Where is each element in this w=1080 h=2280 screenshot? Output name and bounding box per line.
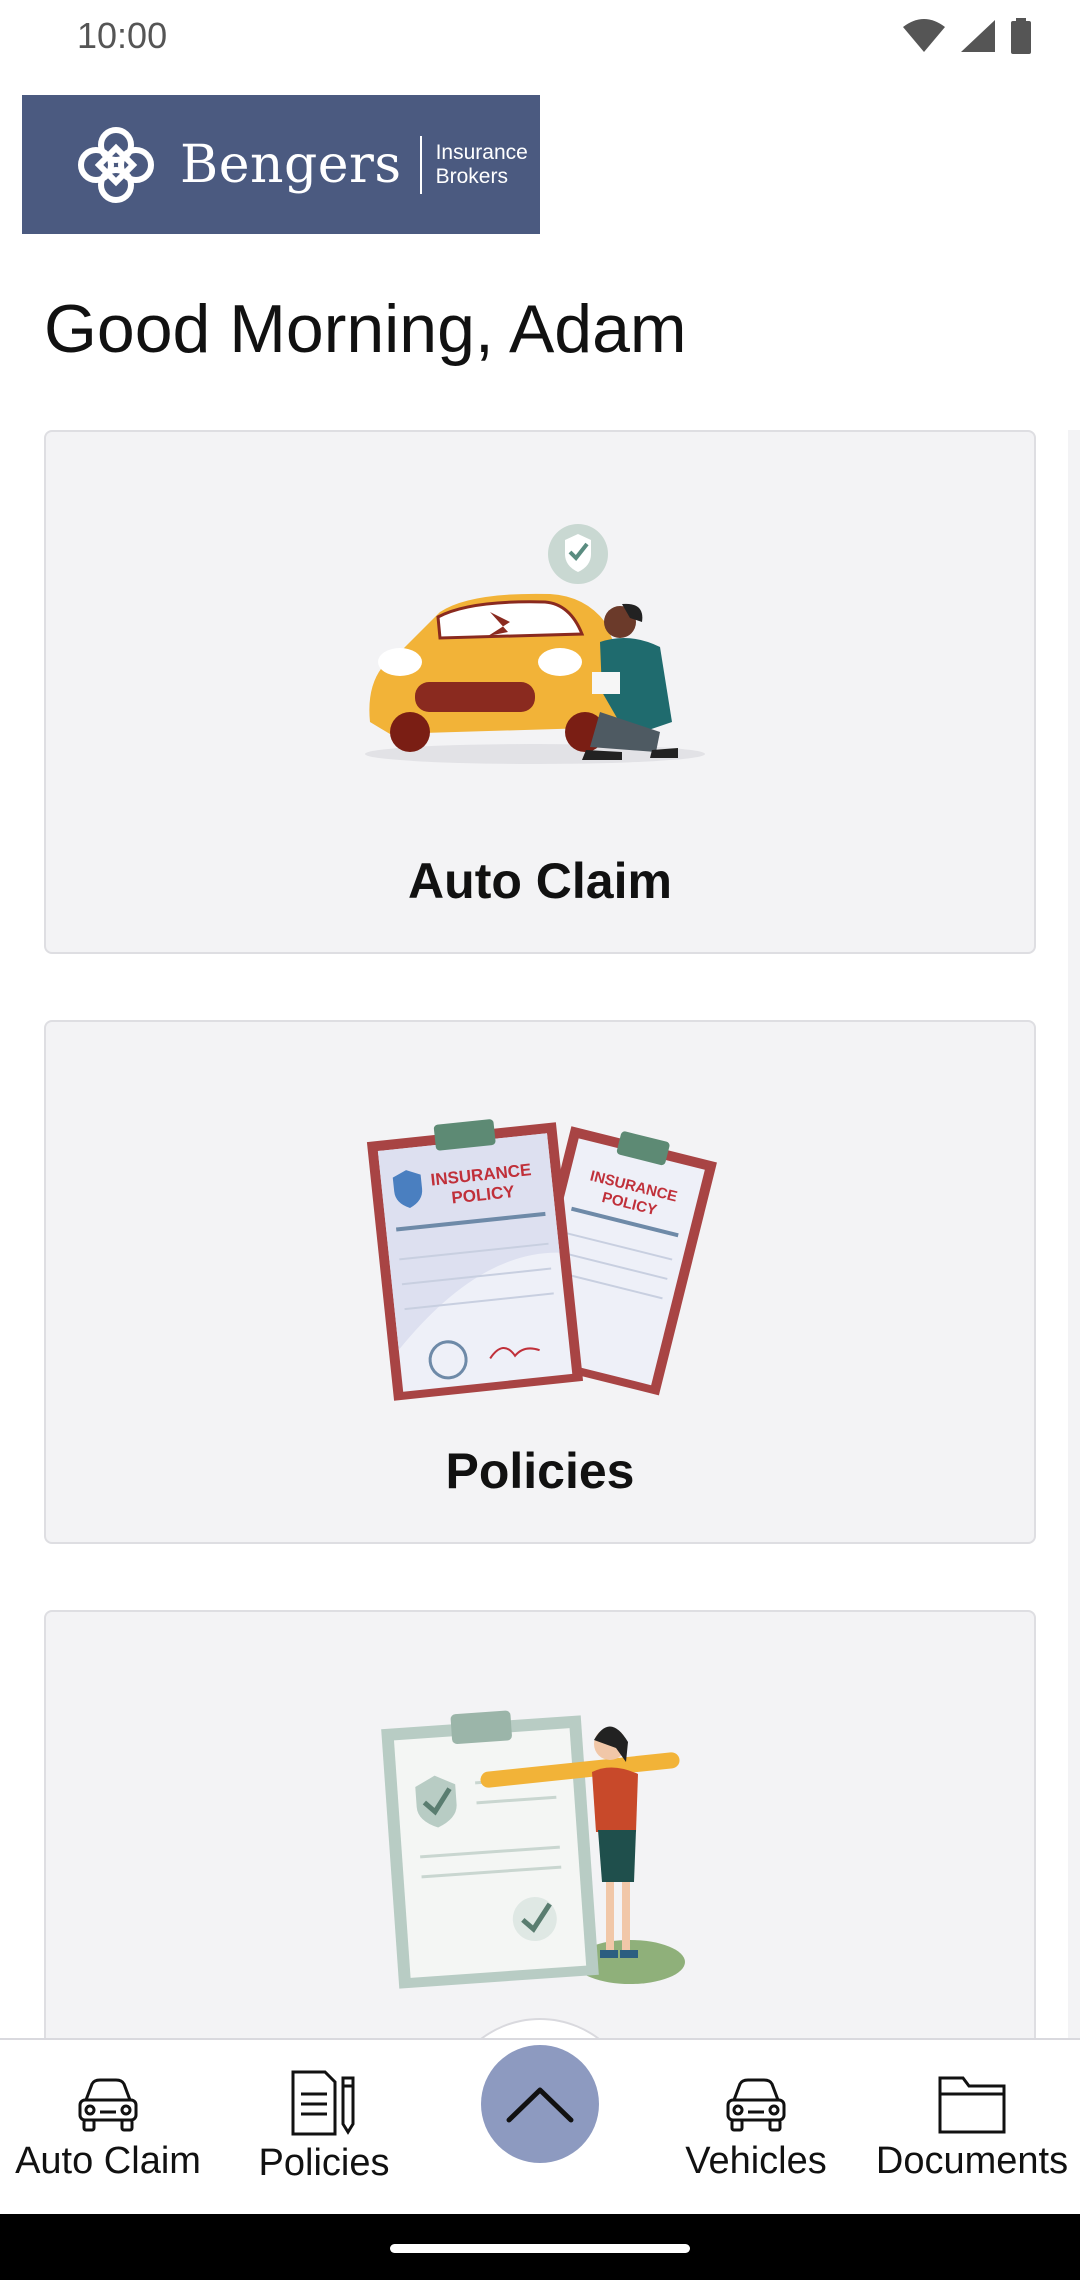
- nav-label-auto-claim: Auto Claim: [15, 2140, 201, 2182]
- nav-item-documents[interactable]: Documents: [864, 2040, 1080, 2216]
- auto-claim-card[interactable]: Auto Claim: [44, 430, 1036, 954]
- status-icons: [902, 18, 1032, 54]
- system-navigation-bar: [0, 2214, 1080, 2280]
- home-gesture-handle[interactable]: [390, 2244, 690, 2253]
- logo-divider: [419, 135, 422, 194]
- brand-subtitle-line2: Brokers: [435, 164, 508, 188]
- document-pen-icon: [291, 2070, 355, 2136]
- brand-subtitle: Insurance Brokers: [436, 141, 528, 189]
- insurance-policy-illustration: INSURANCE POLICY INSURANCE POLICY: [366, 1119, 717, 1401]
- brand-logo-banner: Bengers Insurance Brokers: [22, 95, 540, 234]
- folder-icon: [938, 2076, 1006, 2134]
- signal-icon: [961, 20, 995, 52]
- car-icon: [726, 2078, 786, 2132]
- policies-card[interactable]: INSURANCE POLICY INSURANCE POLICY Polici…: [44, 1020, 1036, 1544]
- battery-icon: [1011, 18, 1031, 54]
- car-claim-illustration: [365, 524, 705, 764]
- status-time: 10:00: [77, 15, 168, 56]
- checklist-illustration: [381, 1710, 685, 1989]
- car-icon: [78, 2078, 138, 2132]
- brand-name: Bengers: [180, 134, 402, 195]
- next-card-edge: [1068, 430, 1080, 2050]
- checklist-card[interactable]: [44, 1610, 1036, 2050]
- wifi-icon: [903, 19, 945, 52]
- brand-subtitle-line1: Insurance: [435, 140, 528, 164]
- celtic-knot-logo-icon: [78, 126, 154, 203]
- nav-item-policies[interactable]: Policies: [216, 2040, 432, 2216]
- nav-item-auto-claim[interactable]: Auto Claim: [0, 2040, 216, 2216]
- nav-label-vehicles: Vehicles: [685, 2140, 827, 2182]
- auto-claim-card-title: Auto Claim: [408, 853, 672, 909]
- policies-card-title: Policies: [445, 1443, 635, 1499]
- greeting-title: Good Morning, Adam: [44, 291, 687, 367]
- status-bar: 10:00: [0, 0, 1080, 72]
- nav-label-documents: Documents: [875, 2140, 1069, 2182]
- chevron-up-icon: [506, 2087, 574, 2123]
- nav-item-vehicles[interactable]: Vehicles: [648, 2040, 864, 2216]
- nav-label-policies: Policies: [258, 2142, 390, 2184]
- expand-menu-button[interactable]: [481, 2045, 599, 2163]
